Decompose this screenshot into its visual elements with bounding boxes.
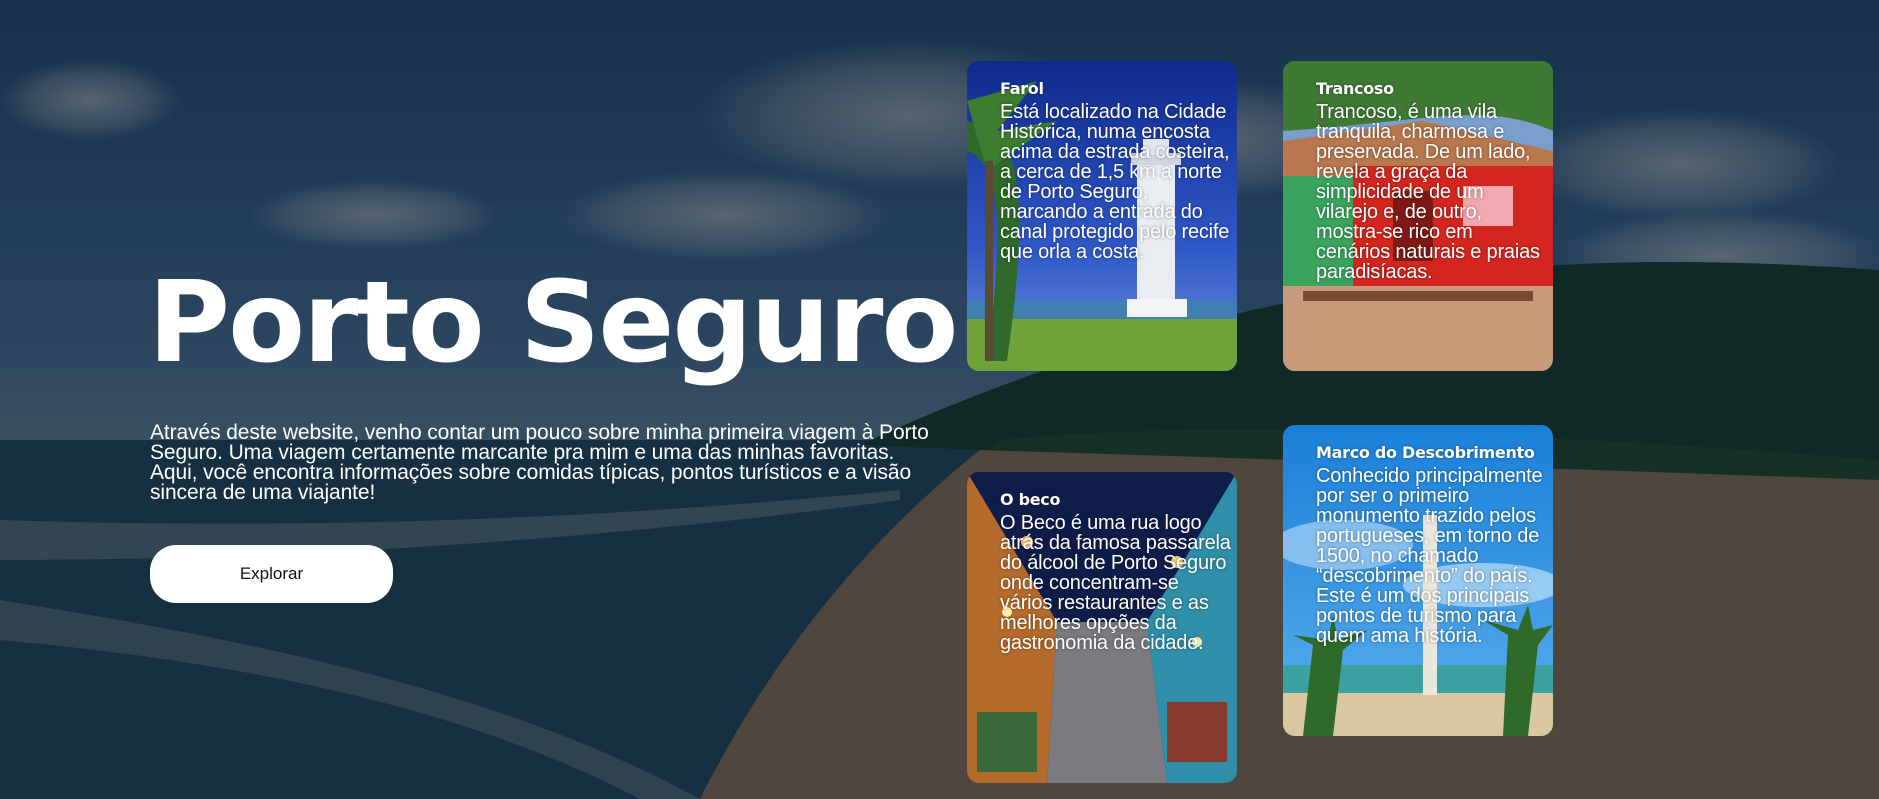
explore-button[interactable]: Explorar xyxy=(150,545,393,603)
card-farol[interactable]: Farol Está localizado na Cidade Históric… xyxy=(967,61,1237,371)
card-title: Marco do Descobrimento xyxy=(1316,443,1535,462)
beach-background-image xyxy=(0,0,1879,799)
card-marco[interactable]: Marco do Descobrimento Conhecido princip… xyxy=(1283,425,1553,736)
card-beco[interactable]: O beco O Beco é uma rua logo atrás da fa… xyxy=(967,472,1237,783)
card-title: Trancoso xyxy=(1316,79,1394,98)
page-title: Porto Seguro xyxy=(148,258,958,388)
card-text: O Beco é uma rua logo atrás da famosa pa… xyxy=(1000,512,1231,654)
card-title: O beco xyxy=(1000,490,1061,509)
card-text: Trancoso, é uma vila tranquila, charmosa… xyxy=(1316,101,1540,283)
card-trancoso[interactable]: Trancoso Trancoso, é uma vila tranquila,… xyxy=(1283,61,1553,371)
card-title: Farol xyxy=(1000,79,1044,98)
card-text: Está localizado na Cidade Histórica, num… xyxy=(1000,101,1230,263)
card-text: Conhecido principalmente por ser o prime… xyxy=(1316,465,1543,647)
hero-description: Através deste website, venho contar um p… xyxy=(150,421,929,504)
